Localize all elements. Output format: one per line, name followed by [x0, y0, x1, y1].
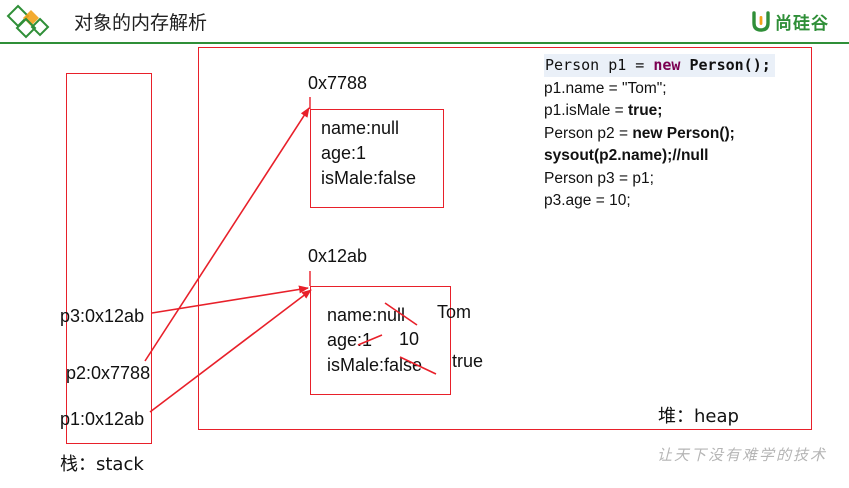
code-token: sysout(p2.name);//null [544, 147, 709, 164]
heap-label: 堆：heap [658, 406, 739, 427]
code-line: sysout(p2.name);//null [544, 145, 775, 168]
updated-ismale-value: true [452, 351, 484, 371]
updated-age-value: 10 [399, 329, 420, 349]
code-token: Person p1 = [545, 56, 654, 74]
code-line: p1.isMale = true; [544, 100, 775, 123]
code-token: new [653, 56, 681, 74]
slide-title: 对象的内存解析 [74, 12, 208, 34]
code-snippet: Person p1 = new Person(); p1.name = "Tom"… [544, 54, 775, 213]
code-token: p3.age = 10; [544, 192, 631, 209]
updated-name-value: Tom [437, 302, 472, 322]
code-line: p3.age = 10; [544, 190, 775, 213]
stack-label: 栈：stack [60, 454, 144, 475]
brand-u-icon [752, 11, 770, 32]
code-token: true; [628, 102, 663, 119]
header-rule [0, 42, 849, 44]
code-line: Person p3 = p1; [544, 168, 775, 191]
field-name: name:null [321, 118, 400, 138]
watermark-slogan: 让天下没有难学的技术 [656, 446, 827, 464]
field-name: name:null [327, 305, 406, 325]
stack-region [66, 73, 152, 444]
slide-header: 对象的内存解析 尚硅谷 [0, 0, 849, 44]
code-line: Person p2 = new Person(); [544, 123, 775, 146]
field-ismale: isMale:false [321, 168, 417, 188]
code-token: Person p3 = p1; [544, 169, 654, 187]
diamond-logo-icon [6, 4, 50, 39]
object-address-0x7788: 0x7788 [308, 73, 368, 93]
stack-var-p2: p2:0x7788 [66, 363, 151, 383]
code-token: new Person(); [632, 124, 735, 142]
brand-name: 尚硅谷 [775, 13, 829, 34]
code-token: p1.name = "Tom"; [544, 79, 667, 97]
stack-var-p1: p1:0x12ab [60, 409, 145, 429]
heap-object-0x7788: name:null age:1 isMale:false [310, 109, 444, 208]
field-age: age:1 [321, 143, 367, 163]
field-age: age:1 [327, 330, 373, 350]
heap-object-0x12ab: name:null age:1 isMale:false [310, 286, 451, 395]
code-token: p1.isMale = [544, 102, 629, 119]
brand-logo: 尚硅谷 [750, 8, 829, 34]
code-token: Person p2 = [544, 124, 633, 142]
field-ismale: isMale:false [327, 355, 423, 375]
code-line: Person p1 = new Person(); [544, 54, 775, 77]
code-line: p1.name = "Tom"; [544, 78, 775, 101]
object-address-0x12ab: 0x12ab [308, 246, 368, 266]
stack-var-p3: p3:0x12ab [60, 306, 145, 326]
code-token: Person(); [680, 56, 771, 74]
